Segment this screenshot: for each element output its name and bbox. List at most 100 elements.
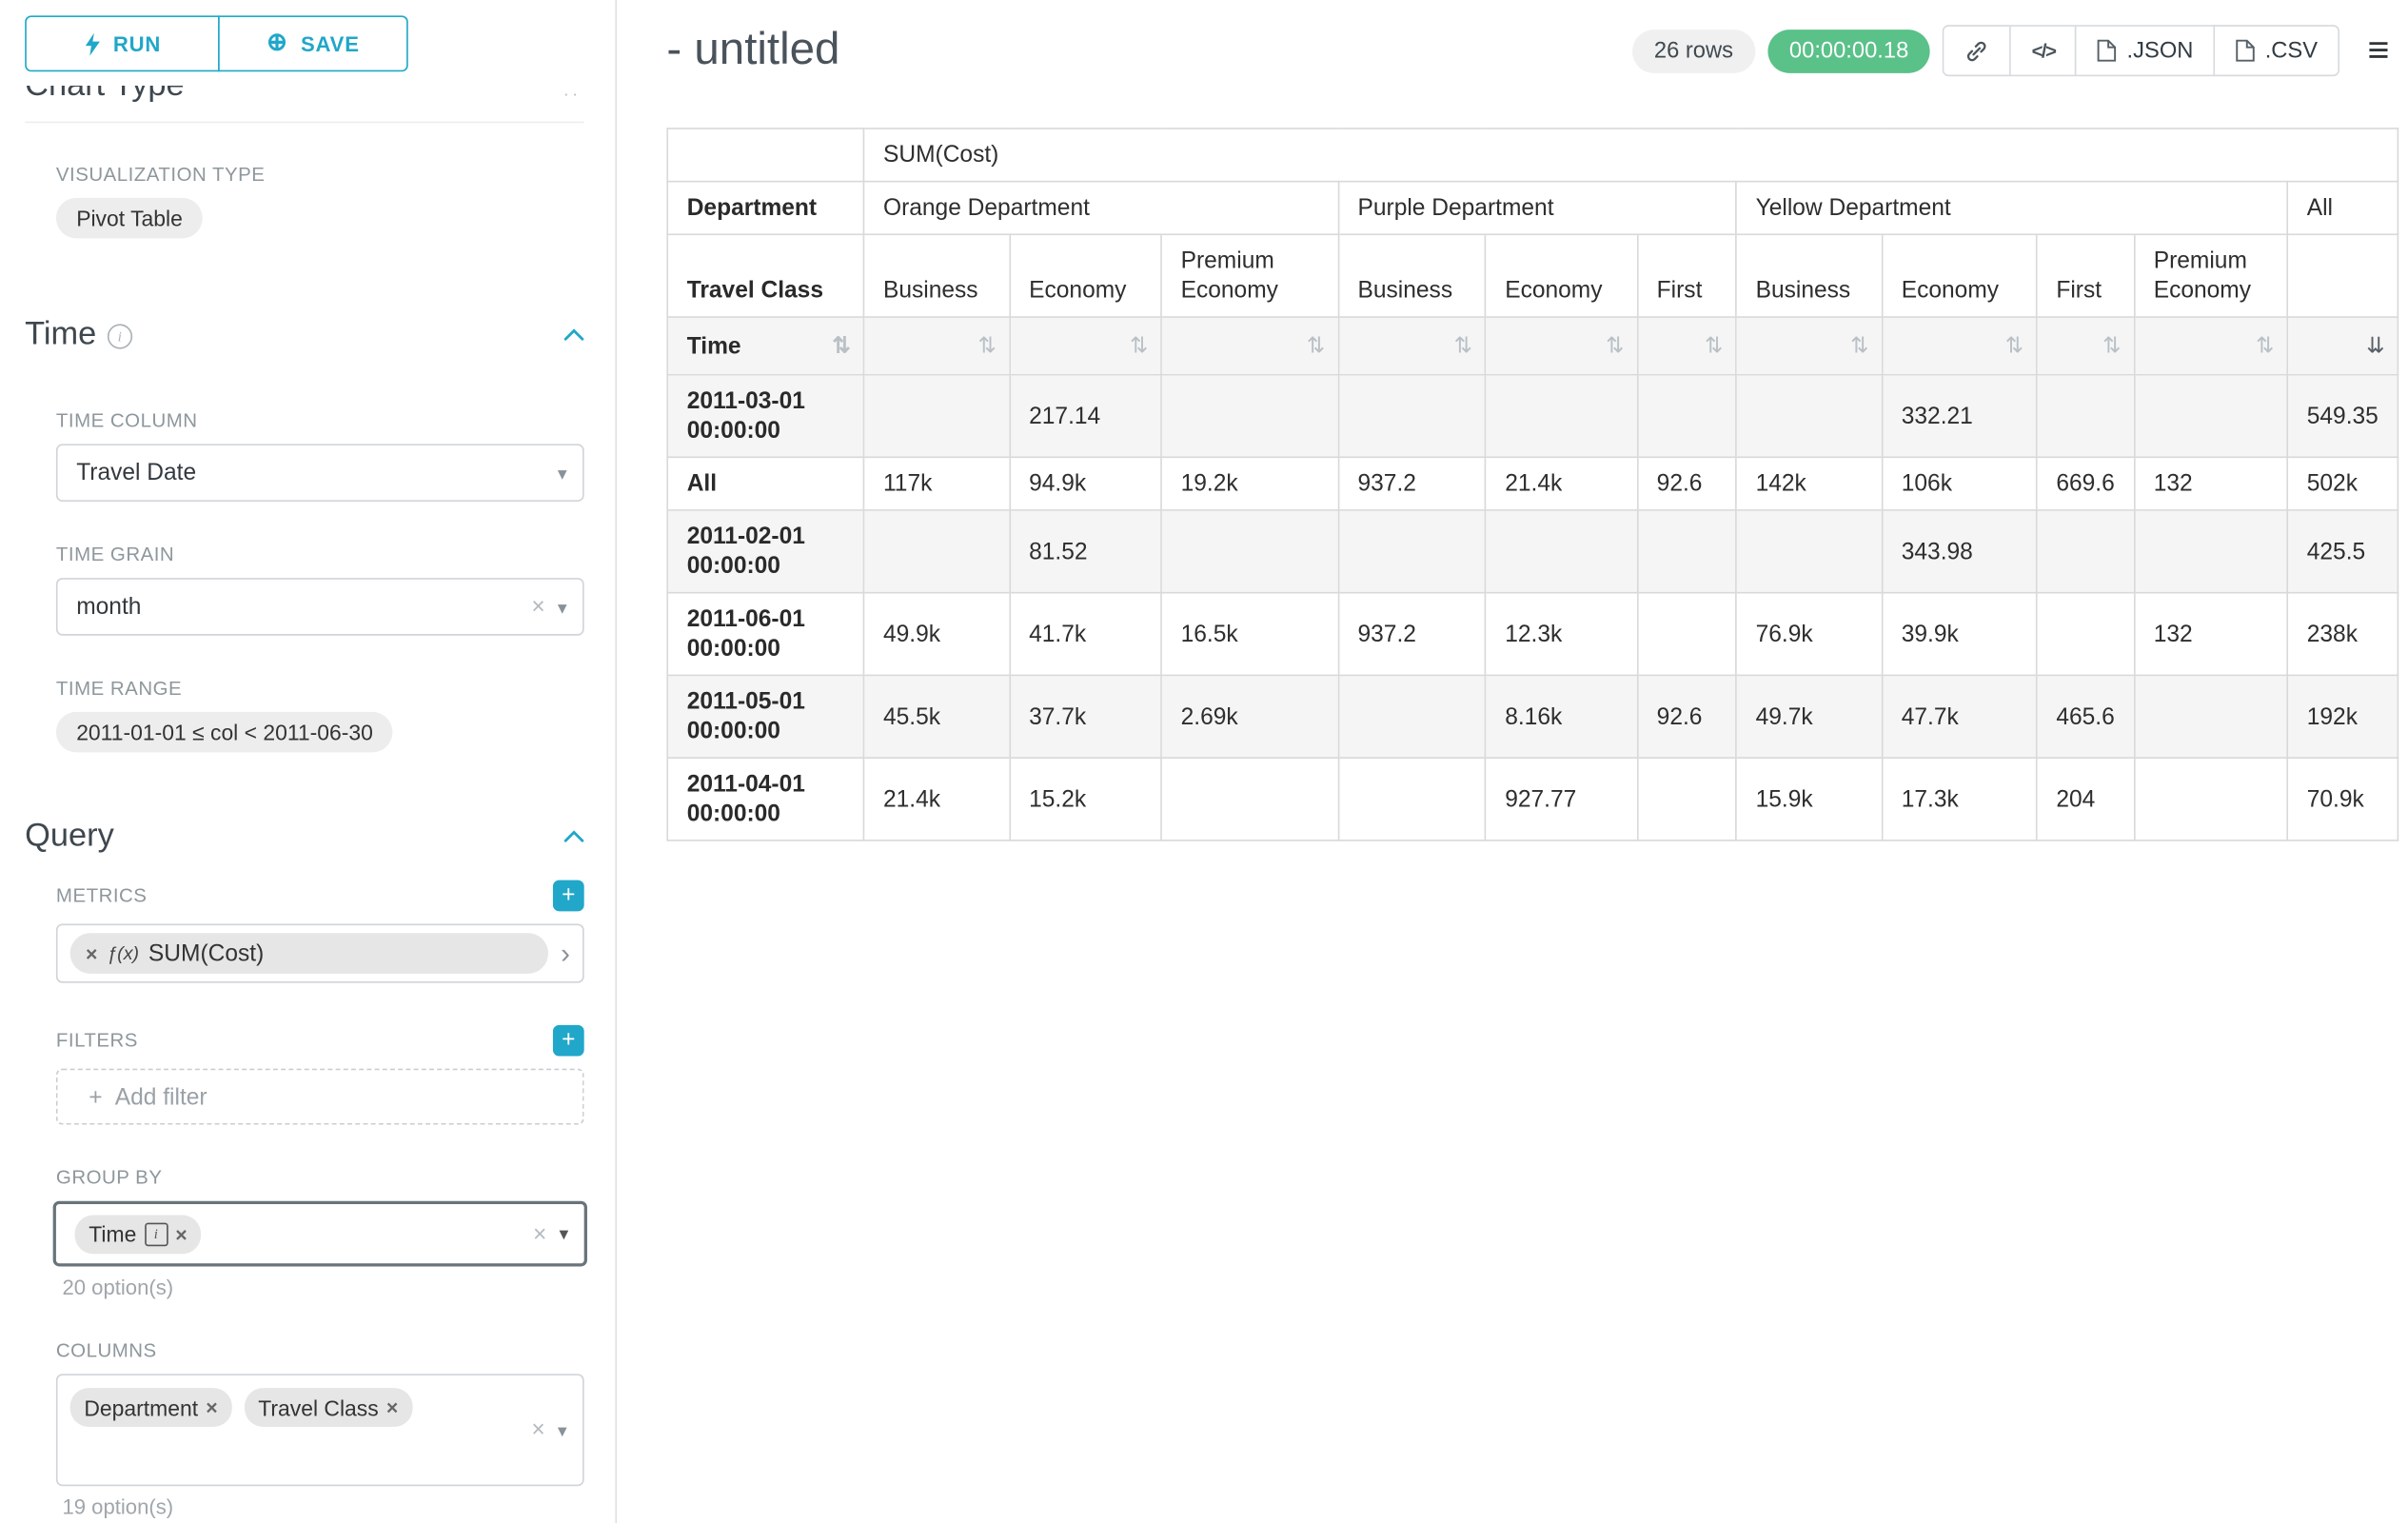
clear-icon[interactable]: × [531, 1416, 544, 1443]
time-section-heading[interactable]: Time i [25, 316, 584, 353]
column-header: Premium Economy [2134, 234, 2287, 317]
plus-circle-icon: ⊕ [266, 31, 288, 56]
plus-icon: + [89, 1083, 102, 1110]
chevron-down-icon: ▾ [558, 1419, 567, 1441]
table-row: 2011-05-01 00:00:0045.5k37.7k2.69k8.16k9… [667, 675, 2398, 758]
clear-icon[interactable]: × [531, 594, 544, 621]
value-cell: 17.3k [1882, 758, 2037, 841]
value-cell [2134, 375, 2287, 458]
value-cell: 2.69k [1161, 675, 1338, 758]
value-cell: 425.5 [2287, 510, 2398, 593]
value-cell [2037, 375, 2134, 458]
view-query-button[interactable]: </> [2010, 25, 2077, 76]
run-button[interactable]: RUN [25, 15, 220, 71]
row-label: 2011-02-01 00:00:00 [667, 510, 863, 593]
visualization-type-pill[interactable]: Pivot Table [56, 198, 203, 239]
time-column-select[interactable]: Travel Date ▾ [56, 444, 584, 502]
sort-icon[interactable]: ⇅ [1130, 331, 1148, 361]
value-cell: 937.2 [1338, 457, 1486, 510]
columns-label: COLUMNS [56, 1339, 584, 1361]
sort-icon[interactable]: ⇅ [1850, 331, 1868, 361]
metric-control[interactable]: × ƒ(x) SUM(Cost) › [56, 923, 584, 982]
sort-cell: ⇅ [2134, 317, 2287, 375]
sort-icon[interactable]: ⇅ [1606, 331, 1624, 361]
chevron-right-icon[interactable]: › [561, 940, 570, 967]
chevron-up-icon[interactable] [563, 830, 583, 842]
remove-chip-icon[interactable]: × [206, 1395, 217, 1419]
copy-link-button[interactable] [1943, 25, 2011, 76]
time-range-pill[interactable]: 2011-01-01 ≤ col < 2011-06-30 [56, 712, 393, 753]
metrics-label: METRICS [56, 885, 148, 907]
row-label: 2011-06-01 00:00:00 [667, 593, 863, 676]
value-cell [2037, 593, 2134, 676]
column-header: Economy [1882, 234, 2037, 317]
value-cell [1338, 510, 1486, 593]
chevron-up-icon[interactable] [563, 328, 583, 341]
remove-metric-icon[interactable]: × [86, 941, 97, 965]
group-header: Yellow Department [1736, 182, 2287, 235]
sort-icon[interactable]: ⇅ [978, 331, 997, 361]
sort-icon[interactable]: ⇅ [832, 331, 850, 361]
column-header: Economy [1010, 234, 1161, 317]
column-header: Business [1736, 234, 1882, 317]
export-csv-label: .CSV [2265, 38, 2318, 63]
sort-icon[interactable]: ⇅ [1454, 331, 1472, 361]
run-button-label: RUN [113, 32, 161, 56]
save-button-label: SAVE [301, 32, 360, 56]
column-header: Economy [1486, 234, 1637, 317]
add-filter-plus-button[interactable]: + [553, 1025, 584, 1057]
function-icon: ƒ(x) [107, 942, 139, 964]
chart-title[interactable]: - untitled [666, 25, 839, 76]
group-by-chip[interactable]: Time i × [75, 1215, 202, 1254]
remove-chip-icon[interactable]: × [386, 1395, 398, 1419]
pivot-table: SUM(Cost)DepartmentOrange DepartmentPurp… [666, 128, 2398, 841]
value-cell: 92.6 [1637, 457, 1736, 510]
value-cell: 49.7k [1736, 675, 1882, 758]
chevron-down-icon: ▾ [558, 596, 567, 618]
add-metric-button[interactable]: + [553, 880, 584, 912]
value-cell [1486, 375, 1637, 458]
time-grain-select[interactable]: month × ▾ [56, 578, 584, 636]
visualization-type-value: Pivot Table [76, 206, 183, 230]
sort-desc-icon[interactable]: ⇊ [2366, 331, 2384, 361]
table-row: 2011-04-01 00:00:0021.4k15.2k927.7715.9k… [667, 758, 2398, 841]
export-csv-button[interactable]: .CSV [2214, 25, 2339, 76]
time-grain-value: month [76, 594, 519, 621]
sort-icon[interactable]: ⇅ [2005, 331, 2023, 361]
export-json-button[interactable]: .JSON [2076, 25, 2216, 76]
time-column-value: Travel Date [76, 460, 545, 486]
columns-chip[interactable]: Department × [70, 1388, 232, 1427]
sort-icon[interactable]: ⇅ [1705, 331, 1723, 361]
sort-icon[interactable]: ⇅ [2256, 331, 2274, 361]
value-cell [2037, 510, 2134, 593]
add-filter-button[interactable]: + Add filter [56, 1069, 584, 1125]
row-label: All [667, 457, 863, 510]
all-header: All [2287, 182, 2398, 235]
sort-icon[interactable]: ⇅ [2102, 331, 2121, 361]
value-cell: 92.6 [1637, 675, 1736, 758]
travel-class-header: Travel Class [667, 234, 863, 317]
table-row: 2011-03-01 00:00:00217.14332.21549.35 [667, 375, 2398, 458]
sort-icon[interactable]: ⇅ [1307, 331, 1325, 361]
sort-cell: ⇊ [2287, 317, 2398, 375]
save-button[interactable]: ⊕ SAVE [218, 15, 408, 71]
pivot-corner-cell [667, 129, 863, 182]
sort-cell: ⇅ [1736, 317, 1882, 375]
app: RUN ⊕ SAVE Chart Type ·· VISUALIZATION T… [0, 0, 2408, 1523]
columns-chip[interactable]: Travel Class × [245, 1388, 413, 1427]
value-cell [1161, 375, 1338, 458]
menu-icon[interactable]: ≡ [2359, 32, 2399, 69]
value-cell: 70.9k [2287, 758, 2398, 841]
query-section-heading[interactable]: Query [25, 818, 584, 855]
columns-select[interactable]: Department × Travel Class × × ▾ [56, 1374, 584, 1486]
metric-chip[interactable]: × ƒ(x) SUM(Cost) [70, 933, 548, 974]
group-by-select[interactable]: Time i × × ▾ [53, 1201, 587, 1267]
value-cell [2134, 510, 2287, 593]
time-column-label: TIME COLUMN [56, 409, 584, 431]
columns-chip-label: Department [84, 1394, 198, 1419]
value-cell [1637, 593, 1736, 676]
value-cell: 117k [864, 457, 1010, 510]
remove-chip-icon[interactable]: × [175, 1222, 187, 1246]
clear-icon[interactable]: × [533, 1220, 546, 1247]
group-header: Orange Department [864, 182, 1339, 235]
